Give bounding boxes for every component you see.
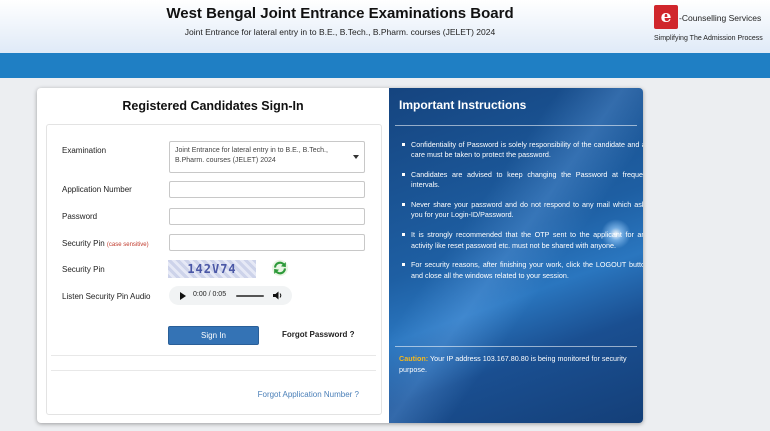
- security-pin-label: Security Pin (case sensitive): [62, 239, 149, 248]
- ecounselling-logo: e -Counselling Services Simplifying The …: [654, 4, 770, 50]
- chevron-down-icon: [353, 155, 359, 159]
- instruction-item: For security reasons, after finishing yo…: [402, 260, 643, 281]
- security-pin-label-text: Security Pin: [62, 239, 105, 248]
- forgot-password-link[interactable]: Forgot Password ?: [282, 330, 354, 339]
- refresh-captcha-icon[interactable]: [271, 259, 289, 277]
- page-subtitle: Joint Entrance for lateral entry in to B…: [184, 27, 496, 37]
- site-header: West Bengal Joint Entrance Examinations …: [0, 0, 770, 53]
- play-icon[interactable]: [180, 292, 186, 300]
- instructions-title: Important Instructions: [399, 98, 527, 112]
- instruction-item: Never share your password and do not res…: [402, 200, 643, 221]
- signin-title: Registered Candidates Sign-In: [122, 99, 304, 113]
- page-title: West Bengal Joint Entrance Examinations …: [166, 5, 514, 22]
- instruction-item: Candidates are advised to keep changing …: [402, 170, 643, 191]
- password-label: Password: [62, 212, 98, 221]
- caution-text: Your IP address 103.167.80.80 is being m…: [399, 354, 627, 374]
- password-input[interactable]: [169, 208, 365, 225]
- application-number-input[interactable]: [169, 181, 365, 198]
- volume-icon[interactable]: [273, 291, 283, 300]
- logo-tagline: Simplifying The Admission Process: [654, 35, 763, 42]
- audio-progress-track[interactable]: [236, 295, 264, 297]
- instruction-item: Confidentiality of Password is solely re…: [402, 140, 643, 161]
- header-bar: [0, 53, 770, 78]
- instructions-list: Confidentiality of Password is solely re…: [399, 140, 643, 290]
- sign-in-button[interactable]: Sign In: [168, 326, 259, 345]
- security-pin-image-label: Security Pin: [62, 265, 105, 274]
- case-sensitive-note: (case sensitive): [106, 242, 149, 248]
- instructions-panel: Important Instructions Confidentiality o…: [389, 88, 643, 423]
- application-number-label: Application Number: [62, 185, 132, 194]
- examination-label: Examination: [62, 146, 107, 155]
- audio-label: Listen Security Pin Audio: [62, 292, 151, 301]
- caution-note: Caution: Your IP address 103.167.80.80 i…: [399, 354, 637, 375]
- examination-select[interactable]: Joint Entrance for lateral entry in to B…: [169, 141, 365, 173]
- divider: [51, 370, 376, 371]
- captcha-image: 142V74: [168, 260, 256, 278]
- signin-panel: Registered Candidates Sign-In Examinatio…: [37, 88, 389, 423]
- security-pin-input[interactable]: [169, 234, 365, 251]
- forgot-application-number-link[interactable]: Forgot Application Number ?: [258, 390, 359, 399]
- signin-form: Examination Joint Entrance for lateral e…: [46, 124, 382, 415]
- security-pin-audio-player: 0:00 / 0:05: [169, 286, 292, 305]
- instructions-divider: [395, 125, 637, 126]
- examination-selected-value: Joint Entrance for lateral entry in to B…: [175, 147, 328, 164]
- signin-card: Registered Candidates Sign-In Examinatio…: [37, 88, 643, 423]
- logo-mark-icon: e: [654, 5, 678, 29]
- caution-label: Caution:: [399, 354, 429, 363]
- instructions-divider: [395, 346, 637, 347]
- instruction-item: It is strongly recommended that the OTP …: [402, 230, 643, 251]
- divider: [51, 355, 376, 356]
- audio-time: 0:00 / 0:05: [193, 291, 227, 298]
- logo-brand: -Counselling Services: [679, 13, 762, 23]
